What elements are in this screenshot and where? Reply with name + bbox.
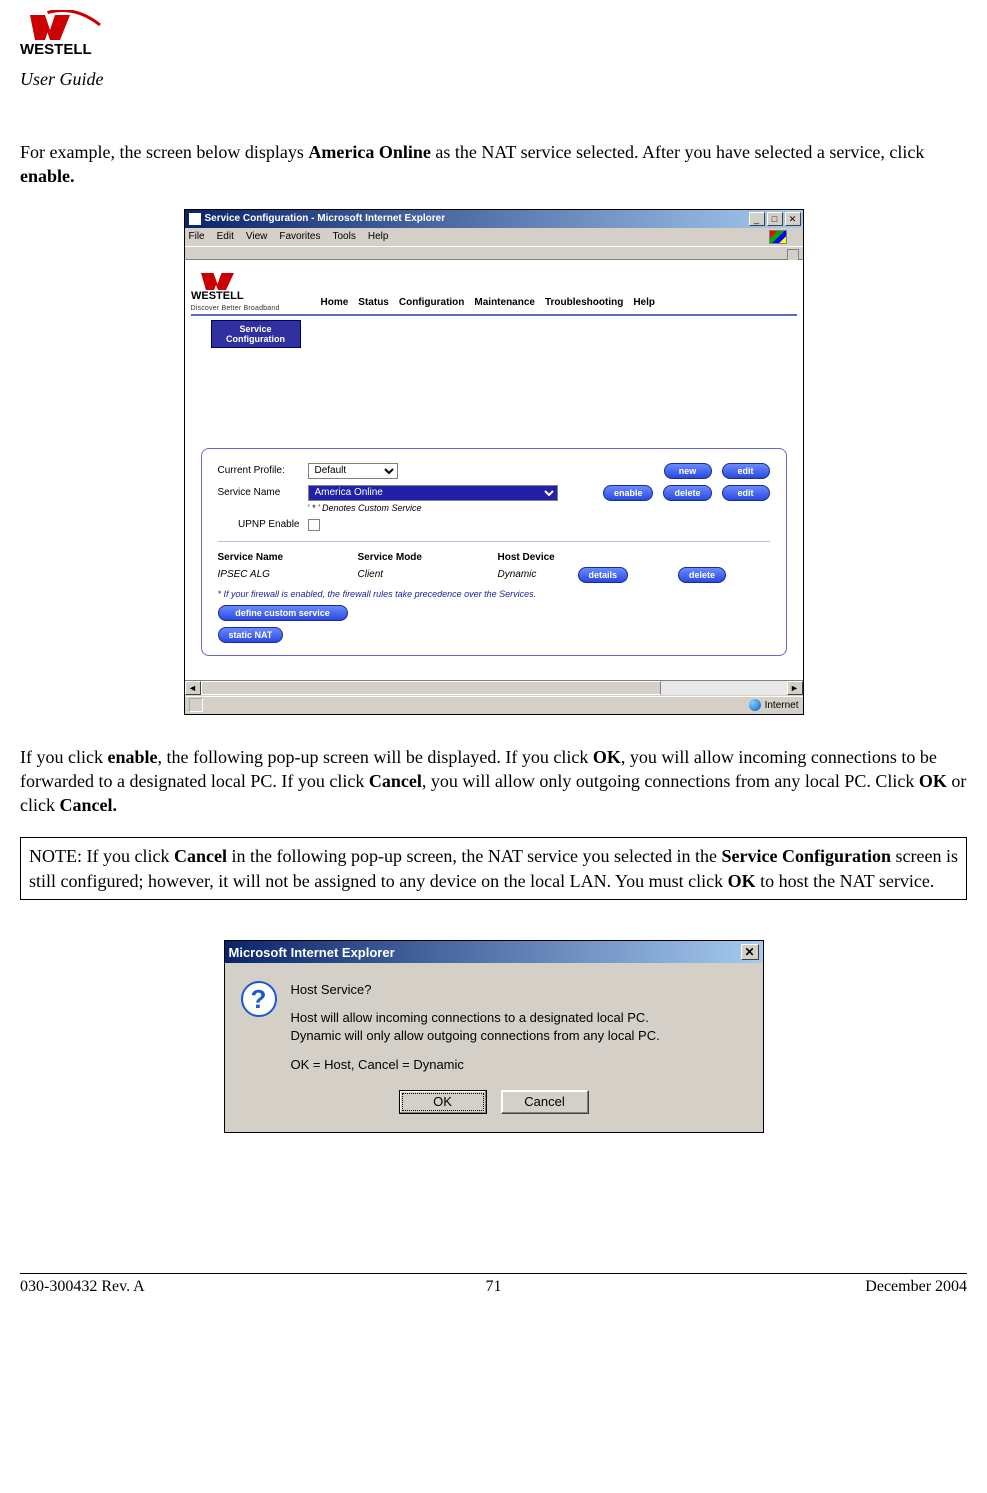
dialog-title: Microsoft Internet Explorer — [229, 945, 741, 960]
nav-troubleshooting[interactable]: Troubleshooting — [545, 297, 623, 308]
delete-button[interactable]: delete — [663, 485, 711, 501]
enable-button[interactable]: enable — [603, 485, 654, 501]
delete-row-button[interactable]: delete — [678, 567, 726, 583]
scroll-right-icon[interactable]: ► — [787, 681, 803, 695]
paragraph-1: For example, the screen below displays A… — [20, 140, 967, 189]
upnp-checkbox[interactable] — [308, 519, 320, 531]
dialog-text: Host Service? Host will allow incoming c… — [291, 981, 660, 1074]
service-panel: Current Profile: Default new edit Servic… — [201, 448, 787, 656]
current-profile-select[interactable]: Default — [308, 463, 398, 479]
scroll-left-icon[interactable]: ◄ — [185, 681, 201, 695]
ie-icon — [189, 213, 201, 225]
status-icon — [189, 698, 203, 712]
current-profile-label: Current Profile: — [218, 465, 308, 476]
cancel-button[interactable]: Cancel — [501, 1090, 589, 1114]
tagline: Discover Better Broadband — [191, 305, 321, 312]
new-button[interactable]: new — [664, 463, 712, 479]
edit-profile-button[interactable]: edit — [722, 463, 770, 479]
minimize-button[interactable]: _ — [749, 212, 765, 226]
service-config-window: Service Configuration - Microsoft Intern… — [184, 209, 804, 715]
dialog-titlebar: Microsoft Internet Explorer ✕ — [225, 941, 763, 963]
nav-maintenance[interactable]: Maintenance — [474, 297, 535, 308]
westell-logo: WESTELL — [20, 10, 130, 63]
menu-tools[interactable]: Tools — [332, 231, 355, 242]
footer-page-number: 71 — [336, 1278, 652, 1296]
question-icon: ? — [241, 981, 277, 1017]
window-titlebar: Service Configuration - Microsoft Intern… — [185, 210, 803, 228]
service-configuration-tab[interactable]: Service Configuration — [211, 320, 301, 348]
windows-flag-icon — [769, 230, 787, 244]
upnp-label: UPNP Enable — [218, 519, 308, 530]
paragraph-2: If you click enable, the following pop-u… — [20, 745, 967, 818]
internet-zone-icon — [749, 699, 761, 711]
page-logo: WESTELL Discover Better Broadband — [191, 270, 321, 312]
horizontal-scrollbar[interactable]: ◄ ► — [185, 680, 803, 696]
static-nat-button[interactable]: static NAT — [218, 627, 284, 643]
footer-doc-id: 030-300432 Rev. A — [20, 1278, 336, 1296]
host-service-dialog: Microsoft Internet Explorer ✕ ? Host Ser… — [224, 940, 764, 1133]
firewall-note: * If your firewall is enabled, the firew… — [218, 589, 770, 599]
dialog-close-button[interactable]: ✕ — [741, 944, 759, 960]
note-box: NOTE: If you click Cancel in the followi… — [20, 837, 967, 900]
status-zone: Internet — [765, 700, 799, 711]
nav-home[interactable]: Home — [321, 297, 349, 308]
table-row: IPSEC ALG Client Dynamic details delete — [218, 567, 770, 583]
service-name-select[interactable]: America Online — [308, 485, 558, 501]
menu-file[interactable]: File — [189, 231, 205, 242]
nav-configuration[interactable]: Configuration — [399, 297, 465, 308]
menubar: File Edit View Favorites Tools Help — [185, 228, 803, 246]
nav-status[interactable]: Status — [358, 297, 389, 308]
details-button[interactable]: details — [578, 567, 629, 583]
statusbar: Internet — [185, 696, 803, 714]
window-title: Service Configuration - Microsoft Intern… — [205, 213, 749, 224]
footer-date: December 2004 — [651, 1278, 967, 1296]
nav-help[interactable]: Help — [633, 297, 655, 308]
svg-text:WESTELL: WESTELL — [20, 41, 92, 58]
ok-button[interactable]: OK — [399, 1090, 487, 1114]
user-guide-label: User Guide — [20, 69, 967, 90]
services-table-header: Service Name Service Mode Host Device — [218, 552, 770, 563]
menu-favorites[interactable]: Favorites — [279, 231, 320, 242]
page-footer: 030-300432 Rev. A 71 December 2004 — [20, 1273, 967, 1296]
maximize-button[interactable]: □ — [767, 212, 783, 226]
custom-service-note: ' * ' Denotes Custom Service — [308, 503, 770, 513]
menu-view[interactable]: View — [246, 231, 268, 242]
svg-text:WESTELL: WESTELL — [191, 290, 244, 302]
toolbar — [185, 246, 803, 260]
close-button[interactable]: ✕ — [785, 212, 801, 226]
service-name-label: Service Name — [218, 487, 308, 498]
menu-edit[interactable]: Edit — [217, 231, 234, 242]
menu-help[interactable]: Help — [368, 231, 389, 242]
define-custom-service-button[interactable]: define custom service — [218, 605, 348, 621]
edit-service-button[interactable]: edit — [722, 485, 770, 501]
